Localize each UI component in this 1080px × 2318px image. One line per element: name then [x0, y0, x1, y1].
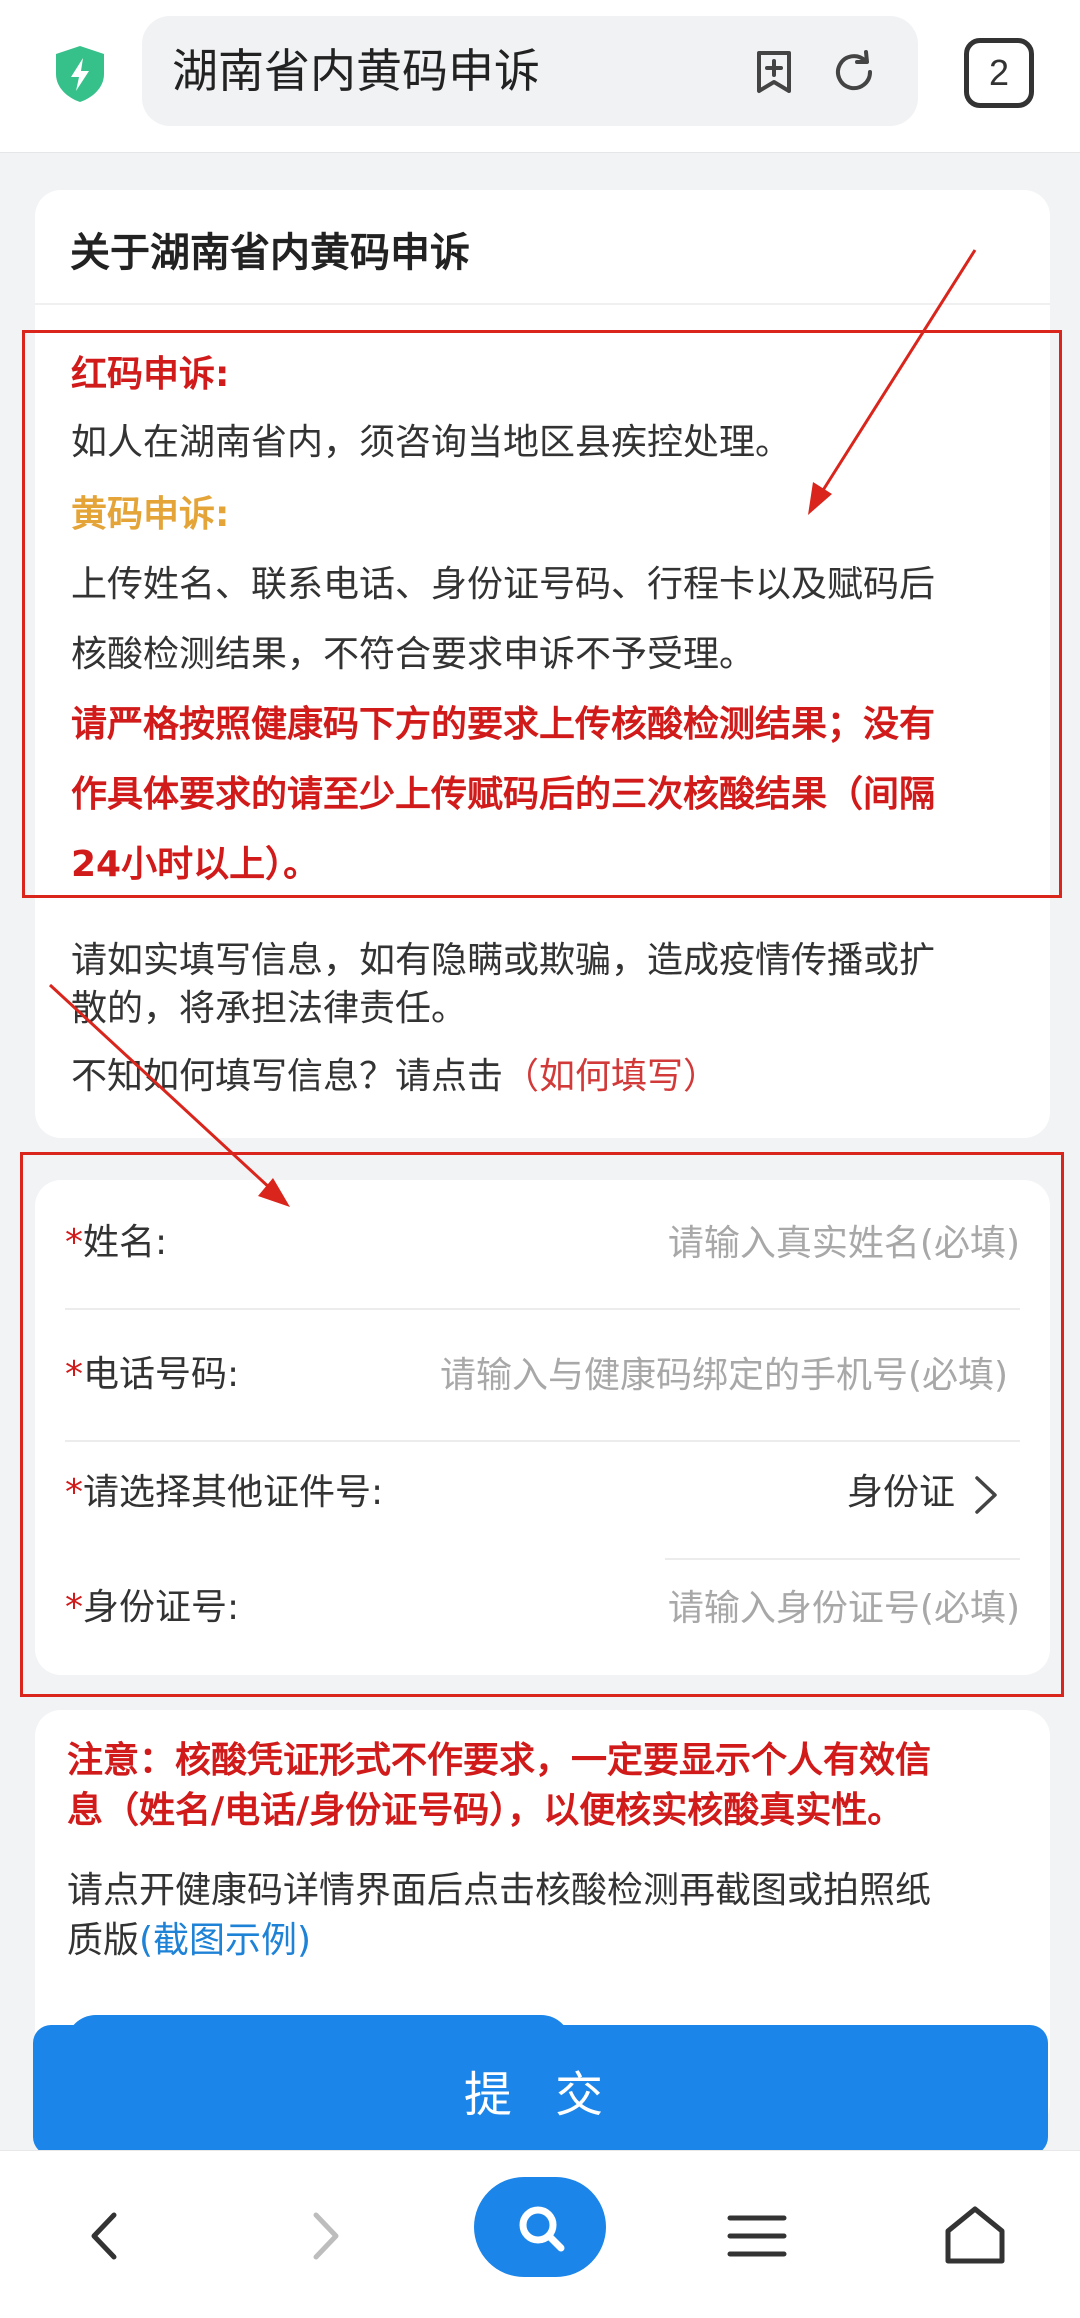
page-title: 湖南省内黄码申诉: [172, 44, 540, 98]
phone-row: *电话号码:: [35, 1312, 1050, 1442]
form-card: *姓名: *电话号码: *请选择其他证件号: 身份证 *身份证号:: [35, 1180, 1050, 1675]
note-text-2-prefix: 质版: [67, 1920, 140, 1961]
id-type-value[interactable]: 身份证: [847, 1470, 955, 1516]
id-type-row[interactable]: *请选择其他证件号: 身份证: [35, 1430, 1050, 1560]
address-bar[interactable]: 湖南省内黄码申诉: [142, 16, 918, 126]
divider: [65, 1308, 1020, 1310]
tab-count-button[interactable]: 2: [964, 38, 1034, 108]
requirement-text-3: 24小时以上）。: [71, 844, 320, 885]
search-icon: [519, 2206, 565, 2252]
note-bold-1: 注意：核酸凭证形式不作要求，一定要显示个人有效信: [67, 1740, 932, 1781]
info-heading: 关于湖南省内黄码申诉: [70, 230, 470, 276]
red-code-title: 红码申诉:: [71, 354, 230, 395]
name-label: *姓名:: [65, 1222, 168, 1263]
warning-text-1: 请如实填写信息，如有隐瞒或欺骗，造成疫情传播或扩: [71, 940, 936, 981]
id-type-label: *请选择其他证件号:: [65, 1472, 384, 1513]
home-icon[interactable]: [940, 2201, 1010, 2271]
forward-arrow-icon[interactable]: [290, 2201, 360, 2271]
phone-label: *电话号码:: [65, 1354, 240, 1395]
howto-prefix: 不知如何填写信息？请点击: [71, 1056, 504, 1097]
divider: [35, 303, 1050, 305]
requirement-text-2: 作具体要求的请至少上传赋码后的三次核酸结果（间隔: [71, 774, 936, 815]
warning-text-2: 散的，将承担法律责任。: [71, 988, 468, 1029]
name-input[interactable]: [460, 1210, 1020, 1276]
phone-input[interactable]: [440, 1342, 1020, 1408]
chevron-right-icon[interactable]: [972, 1474, 1000, 1516]
yellow-code-title: 黄码申诉:: [71, 494, 230, 535]
id-number-label: *身份证号:: [65, 1587, 240, 1628]
note-text-2: 质版(截图示例): [67, 1918, 311, 1964]
howto-link[interactable]: （如何填写）: [503, 1056, 719, 1097]
bottom-nav-bar: [0, 2150, 1080, 2318]
browser-top-bar: 湖南省内黄码申诉 2: [0, 0, 1080, 153]
screenshot-example-link[interactable]: (截图示例): [139, 1920, 311, 1961]
id-number-row: *身份证号:: [35, 1545, 1050, 1675]
howto-line: 不知如何填写信息？请点击（如何填写）: [71, 1054, 719, 1100]
back-arrow-icon[interactable]: [70, 2201, 140, 2271]
id-number-input[interactable]: [460, 1575, 1020, 1641]
info-card: 关于湖南省内黄码申诉 红码申诉: 如人在湖南省内，须咨询当地区县疾控处理。 黄码…: [35, 190, 1050, 1138]
reload-icon[interactable]: [830, 48, 878, 96]
note-bold-2: 息（姓名/电话/身份证号码），以便核实核酸真实性。: [67, 1790, 904, 1831]
submit-button[interactable]: 提 交: [33, 2025, 1048, 2155]
name-row: *姓名:: [35, 1180, 1050, 1310]
yellow-code-text-1: 上传姓名、联系电话、身份证号码、行程卡以及赋码后: [71, 564, 936, 605]
note-text-1: 请点开健康码详情界面后点击核酸检测再截图或拍照纸: [67, 1870, 932, 1911]
requirement-text-1: 请严格按照健康码下方的要求上传核酸检测结果；没有: [71, 704, 936, 745]
menu-icon[interactable]: [722, 2201, 792, 2271]
search-button[interactable]: [474, 2177, 606, 2277]
bookmark-add-icon[interactable]: [750, 48, 798, 96]
red-code-text: 如人在湖南省内，须咨询当地区县疾控处理。: [71, 422, 792, 463]
shield-icon[interactable]: [52, 44, 108, 104]
yellow-code-text-2: 核酸检测结果，不符合要求申诉不予受理。: [71, 634, 756, 675]
